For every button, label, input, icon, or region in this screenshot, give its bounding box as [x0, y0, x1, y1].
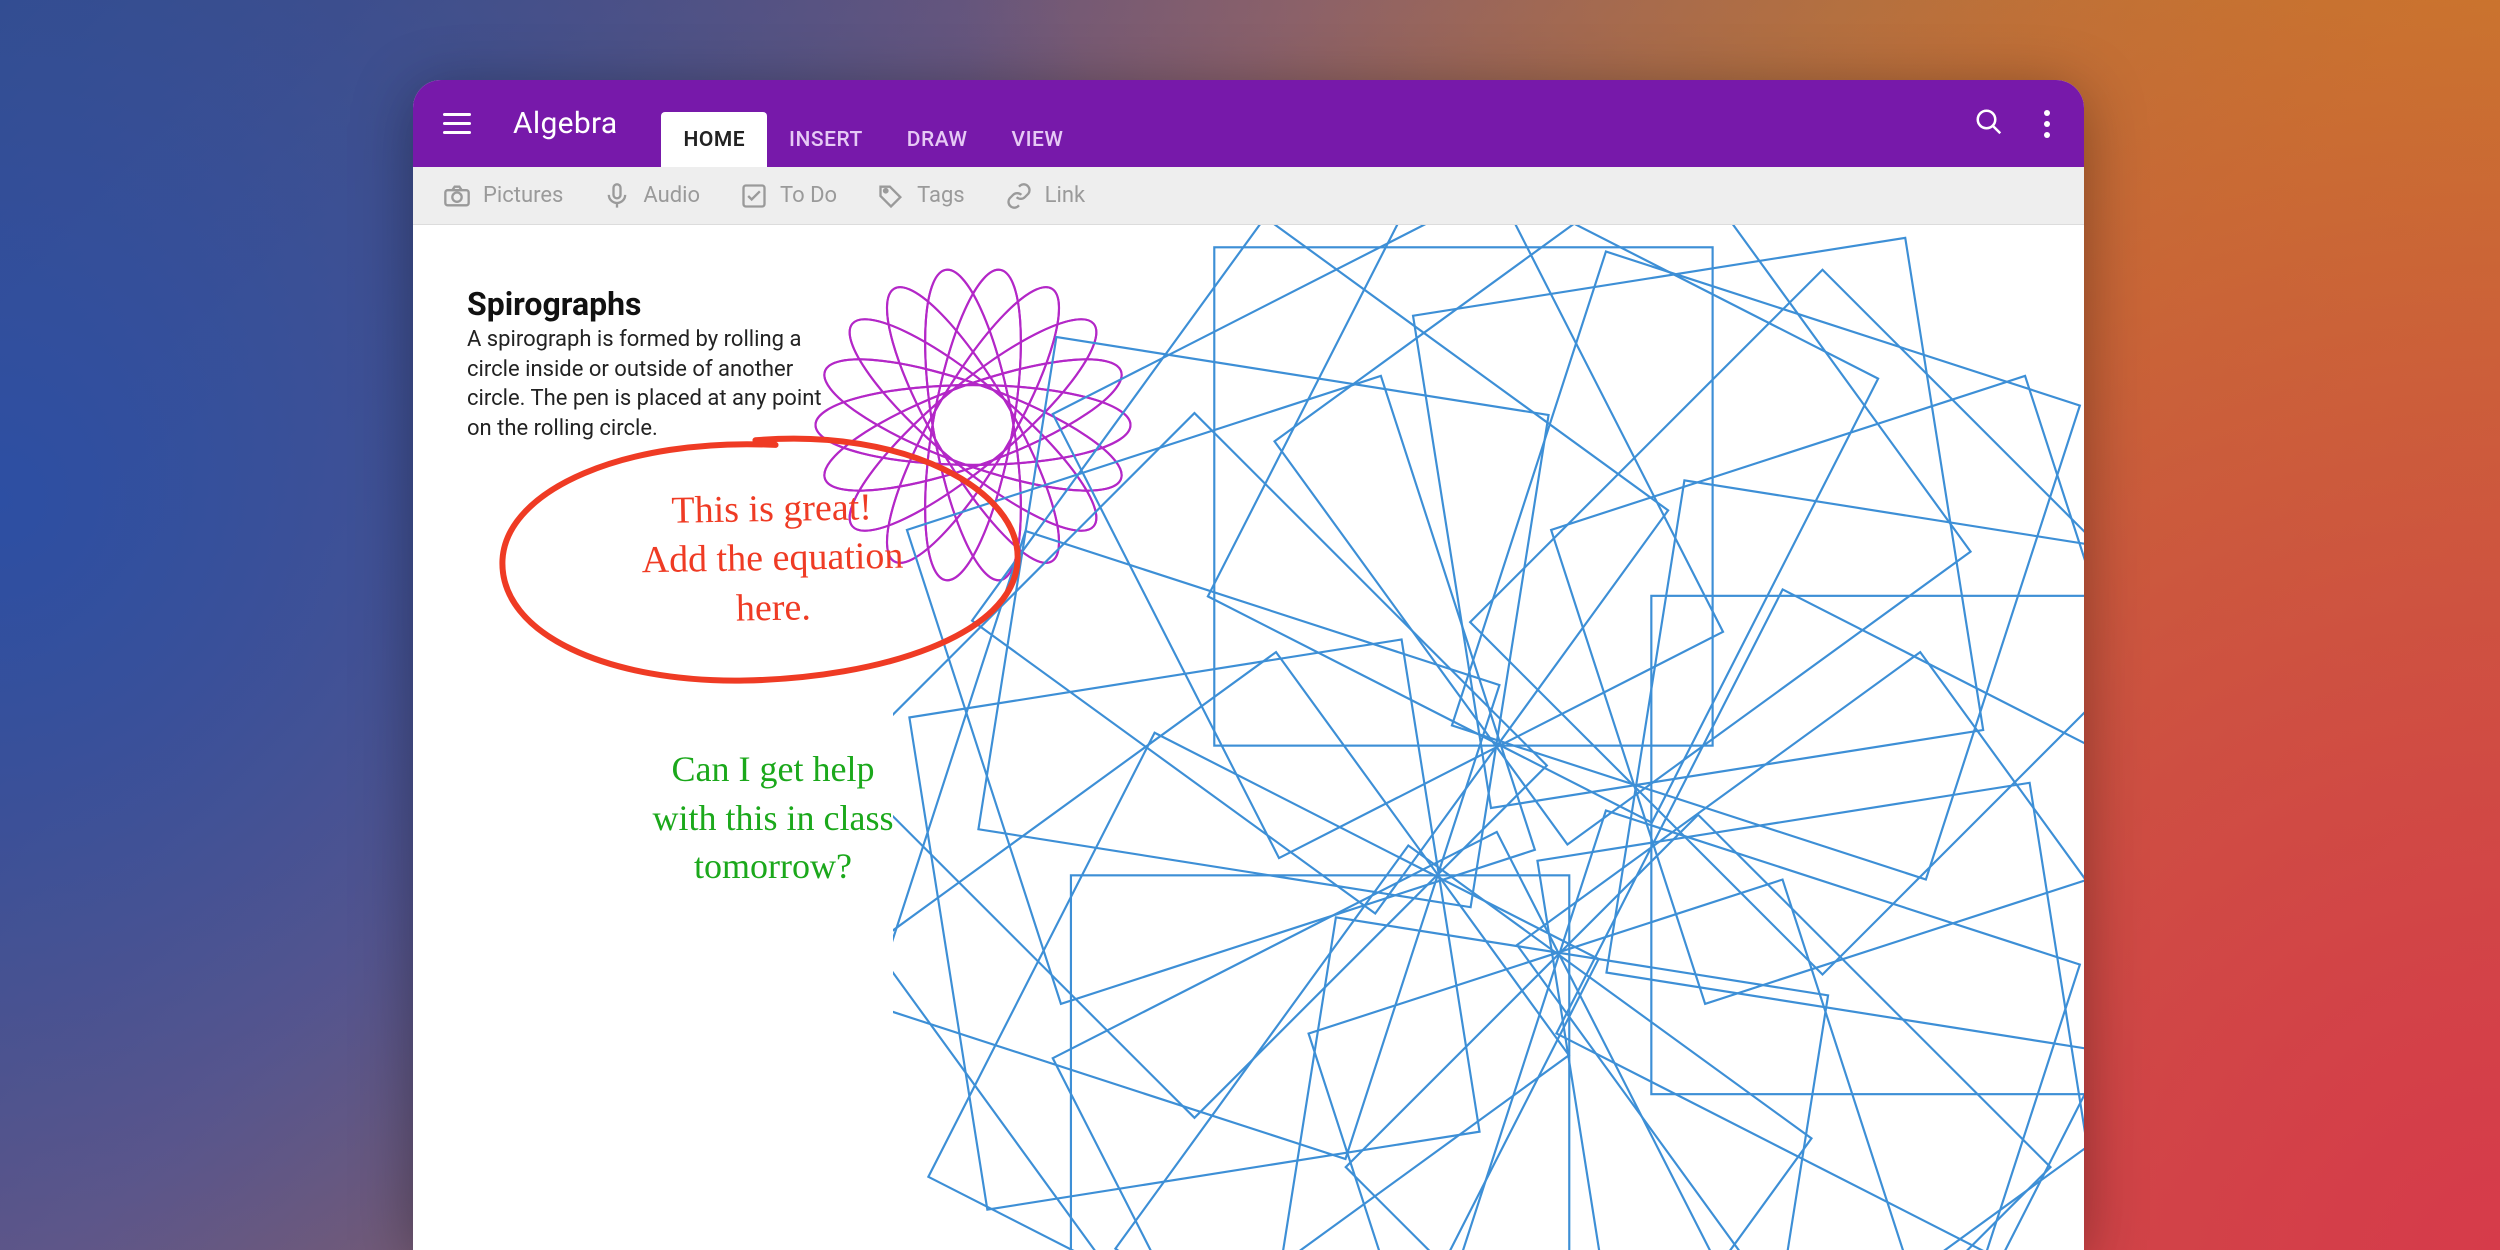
tab-insert[interactable]: INSERT: [767, 112, 885, 167]
tags-button[interactable]: Tags: [877, 182, 965, 210]
title-bar: Algebra HOME INSERT DRAW VIEW: [413, 80, 2084, 167]
tab-draw[interactable]: DRAW: [885, 112, 990, 167]
page-title: Spirographs: [467, 285, 641, 323]
tab-home[interactable]: HOME: [661, 112, 767, 167]
green-line-1: Can I get help: [543, 745, 1003, 794]
onenote-window: Algebra HOME INSERT DRAW VIEW Pictures: [413, 80, 2084, 1250]
microphone-icon: [603, 182, 631, 210]
audio-button[interactable]: Audio: [603, 182, 700, 210]
ribbon-tabs: HOME INSERT DRAW VIEW: [661, 112, 1085, 167]
green-line-2: with this in class: [543, 794, 1003, 843]
tag-icon: [877, 182, 905, 210]
pictures-label: Pictures: [483, 183, 563, 208]
desktop-background: Algebra HOME INSERT DRAW VIEW Pictures: [0, 0, 2500, 1250]
link-button[interactable]: Link: [1005, 182, 1086, 210]
link-icon: [1005, 182, 1033, 210]
search-icon[interactable]: [1974, 107, 2004, 141]
link-label: Link: [1045, 183, 1086, 208]
green-line-3: tomorrow?: [543, 842, 1003, 891]
spirograph-large: [893, 225, 2084, 1250]
ink-annotation-red: This is great! Add the equation here.: [506, 450, 1039, 607]
ink-annotation-green: Can I get help with this in class tomorr…: [543, 745, 1003, 891]
red-line-3: here.: [508, 579, 1039, 638]
audio-label: Audio: [643, 183, 700, 208]
todo-button[interactable]: To Do: [740, 182, 837, 210]
page-canvas[interactable]: Spirographs A spirograph is formed by ro…: [413, 225, 2084, 1250]
pictures-button[interactable]: Pictures: [443, 182, 563, 210]
hamburger-menu-icon[interactable]: [443, 107, 477, 141]
checkbox-icon: [740, 182, 768, 210]
section-title: Algebra: [513, 106, 617, 141]
camera-icon: [443, 182, 471, 210]
tags-label: Tags: [917, 183, 965, 208]
insert-ribbon: Pictures Audio To Do Tags Link: [413, 167, 2084, 225]
todo-label: To Do: [780, 183, 837, 208]
tab-view[interactable]: VIEW: [990, 112, 1086, 167]
more-options-icon[interactable]: [2038, 104, 2056, 144]
